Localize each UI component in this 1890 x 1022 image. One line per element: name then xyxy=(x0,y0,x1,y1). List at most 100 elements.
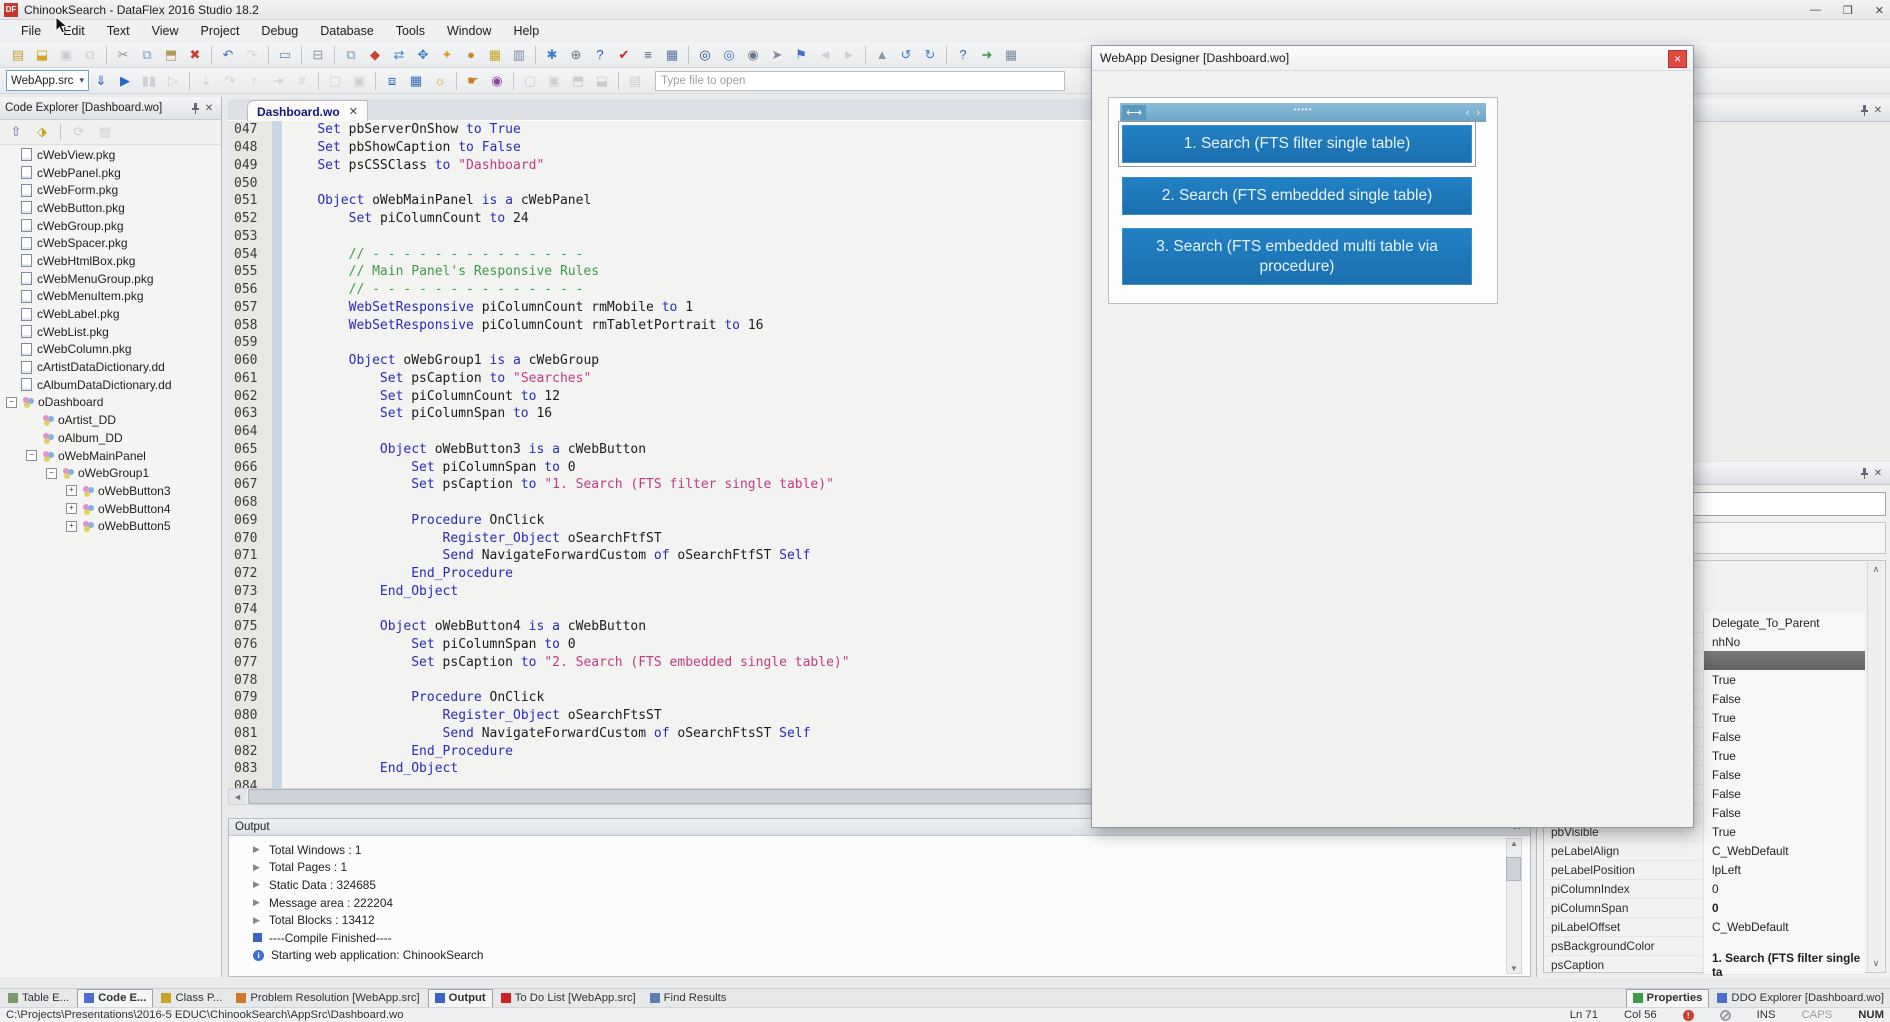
step-out-icon[interactable]: ↑ xyxy=(242,70,266,92)
pan-hand-icon[interactable]: ☛ xyxy=(461,70,485,92)
output-line[interactable]: ----Compile Finished---- xyxy=(229,929,1530,947)
close-panel-icon[interactable]: ✕ xyxy=(202,101,216,115)
project-combo[interactable]: WebApp.src ▾ xyxy=(6,70,89,91)
tab-dashboard-wo[interactable]: Dashboard.wo ✕ xyxy=(247,100,368,122)
goto-icon[interactable]: ➤ xyxy=(765,44,789,66)
property-value[interactable] xyxy=(1703,651,1865,670)
bottom-tab-problem-resolution-webapp-src-[interactable]: Problem Resolution [WebApp.src] xyxy=(230,990,425,1007)
cut-icon[interactable]: ✂ xyxy=(111,44,135,66)
find-icon[interactable]: ◎ xyxy=(693,44,717,66)
tree-item-owebmainpanel[interactable]: −oWebMainPanel xyxy=(0,447,221,465)
scroll-down-icon[interactable]: ▼ xyxy=(1510,964,1518,973)
property-value[interactable]: 0 xyxy=(1703,879,1865,898)
docs-icon[interactable]: ▥ xyxy=(507,44,531,66)
switch-webapp-icon[interactable]: ⇄ xyxy=(387,44,411,66)
collapse-arrows-icon[interactable]: ‹ › xyxy=(1466,107,1482,119)
paste-icon[interactable]: ⬒ xyxy=(159,44,183,66)
bottom-tab-class-p-[interactable]: Class P... xyxy=(155,990,228,1007)
prev-mark-icon[interactable]: ◄ xyxy=(813,44,837,66)
menu-help[interactable]: Help xyxy=(502,21,550,41)
find-in-files-icon[interactable]: ◎ xyxy=(717,44,741,66)
tree-item-cwebview-pkg[interactable]: +cWebView.pkg xyxy=(0,146,221,164)
chevron-down-icon[interactable]: ▾ xyxy=(79,75,84,86)
stop-icon[interactable]: ▢ xyxy=(323,70,347,92)
property-value[interactable]: True xyxy=(1703,746,1865,765)
list-icon[interactable]: ≡ xyxy=(636,44,660,66)
tree-item-cartistdatadictionary-dd[interactable]: +cArtistDataDictionary.dd xyxy=(0,358,221,376)
output-line[interactable]: ▶Total Blocks : 13412 xyxy=(229,911,1530,929)
designer-title-bar[interactable]: WebApp Designer [Dashboard.wo] ✕ xyxy=(1092,46,1693,71)
designer-group-header[interactable]: ⟷ ••••• ‹ › xyxy=(1120,103,1486,122)
zoom-icon[interactable]: ◉ xyxy=(485,70,509,92)
property-value[interactable]: True xyxy=(1703,708,1865,727)
property-value[interactable]: True xyxy=(1703,670,1865,689)
minimize-button[interactable]: — xyxy=(1810,4,1821,16)
lock-icon[interactable]: ▲ xyxy=(870,44,894,66)
delete-icon[interactable]: ✖ xyxy=(183,44,207,66)
pin-icon[interactable] xyxy=(1857,466,1871,480)
property-value[interactable]: False xyxy=(1703,803,1865,822)
todo-check-icon[interactable]: ✔ xyxy=(612,44,636,66)
tree-item-cwebcolumn-pkg[interactable]: +cWebColumn.pkg xyxy=(0,341,221,359)
scroll-up-icon[interactable]: ∧ xyxy=(1873,564,1880,575)
property-value[interactable]: 0 xyxy=(1703,898,1865,917)
save-all-icon[interactable]: ⧉ xyxy=(78,44,102,66)
copy-icon[interactable]: ⧉ xyxy=(135,44,159,66)
sync-to-editor-icon[interactable]: ⇧ xyxy=(4,121,28,143)
property-value[interactable]: Delegate_To_Parent xyxy=(1703,613,1865,632)
restart-icon[interactable]: ▣ xyxy=(347,70,371,92)
help-question-icon[interactable]: ? xyxy=(588,44,612,66)
property-row-picolumnindex[interactable]: piColumnIndex0 xyxy=(1545,879,1865,899)
code-editor-icon[interactable]: ▭ xyxy=(273,44,297,66)
pause-icon[interactable]: ▮▮ xyxy=(137,70,161,92)
open-file-icon[interactable]: ⬓ xyxy=(30,44,54,66)
tree-item-oartist_dd[interactable]: +oArtist_DD xyxy=(0,411,221,429)
close-panel-icon[interactable]: ✕ xyxy=(1871,103,1885,117)
close-button[interactable]: ✕ xyxy=(1875,4,1884,17)
maximize-button[interactable]: ❐ xyxy=(1843,4,1853,17)
tab-close-icon[interactable]: ✕ xyxy=(349,105,358,118)
bottom-tab-find-results[interactable]: Find Results xyxy=(644,990,733,1007)
refresh-icon[interactable]: ↻ xyxy=(918,44,942,66)
tree-item-cwebform-pkg[interactable]: +cWebForm.pkg xyxy=(0,181,221,199)
step-over-icon[interactable]: ↷ xyxy=(218,70,242,92)
sync-icon[interactable]: ↺ xyxy=(894,44,918,66)
property-value[interactable]: True xyxy=(1703,822,1865,841)
output-line[interactable]: ▶Message area : 222204 xyxy=(229,894,1530,912)
menu-window[interactable]: Window xyxy=(436,21,502,41)
scroll-down-icon[interactable]: ∨ xyxy=(1873,958,1880,969)
web-table-icon[interactable]: ▦ xyxy=(660,44,684,66)
output-line[interactable]: ▶Total Windows : 1 xyxy=(229,841,1530,859)
property-row-pilabeloffset[interactable]: piLabelOffsetC_WebDefault xyxy=(1545,917,1865,937)
step-into-icon[interactable]: ⇣ xyxy=(194,70,218,92)
collapse-icon[interactable]: − xyxy=(6,397,17,408)
collapse-icon[interactable]: − xyxy=(26,450,37,461)
file-open-input[interactable]: Type file to open xyxy=(655,71,1065,91)
palette-icon[interactable]: ● xyxy=(459,44,483,66)
designer-button-2[interactable]: 2. Search (FTS embedded single table) xyxy=(1122,177,1472,215)
property-row-pelabelalign[interactable]: peLabelAlignC_WebDefault xyxy=(1545,841,1865,861)
property-value[interactable]: nhNo xyxy=(1703,632,1865,651)
resize-arrows-icon[interactable]: ⟷ xyxy=(1122,105,1146,120)
bottom-tab-ddo-explorer-dashboard-wo-[interactable]: DDO Explorer [Dashboard.wo] xyxy=(1711,990,1890,1007)
tree-item-cweblabel-pkg[interactable]: +cWebLabel.pkg xyxy=(0,305,221,323)
menu-tools[interactable]: Tools xyxy=(385,21,436,41)
menu-database[interactable]: Database xyxy=(309,21,385,41)
property-value[interactable]: False xyxy=(1703,727,1865,746)
menu-text[interactable]: Text xyxy=(96,21,141,41)
window-4-icon[interactable]: ⬓ xyxy=(590,70,614,92)
tree-item-cwebhtmlbox-pkg[interactable]: +cWebHtmlBox.pkg xyxy=(0,252,221,270)
menu-debug[interactable]: Debug xyxy=(250,21,309,41)
run-to-cursor-icon[interactable]: ⇥ xyxy=(266,70,290,92)
collapse-icon[interactable]: − xyxy=(46,468,57,479)
workspace-icon[interactable]: ◆ xyxy=(363,44,387,66)
window-2-icon[interactable]: ▣ xyxy=(542,70,566,92)
tree-item-cwebpanel-pkg[interactable]: +cWebPanel.pkg xyxy=(0,164,221,182)
property-value[interactable]: False xyxy=(1703,689,1865,708)
designer-close-button[interactable]: ✕ xyxy=(1668,50,1687,68)
tree-item-cweblist-pkg[interactable]: +cWebList.pkg xyxy=(0,323,221,341)
bottom-tab-table-e-[interactable]: Table E... xyxy=(2,990,75,1007)
property-row-pscaption[interactable]: psCaption1. Search (FTS filter single ta xyxy=(1545,955,1865,975)
tree-item-owebbutton4[interactable]: +oWebButton4 xyxy=(0,500,221,518)
drag-handle-icon[interactable]: ••••• xyxy=(1293,105,1312,114)
